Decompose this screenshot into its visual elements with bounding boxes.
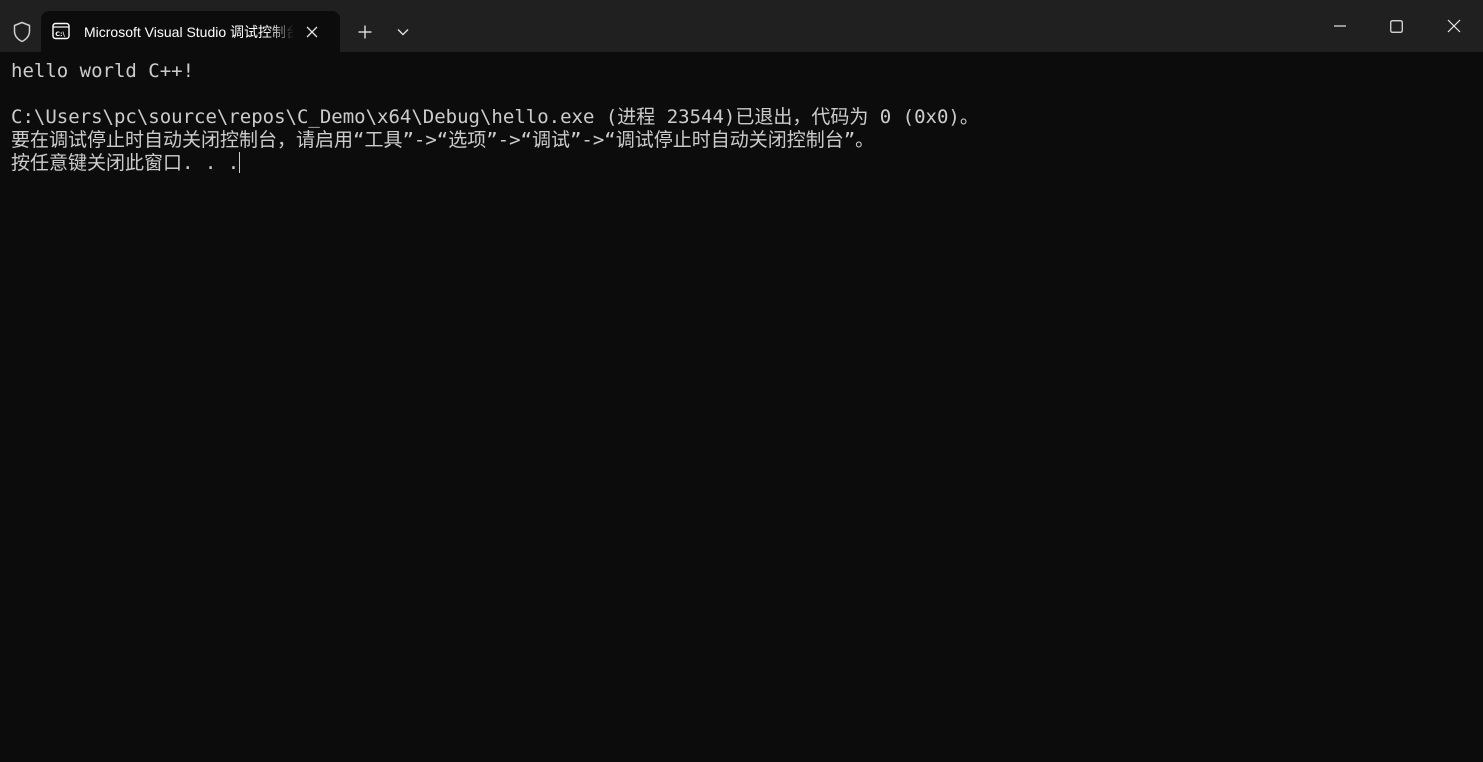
close-window-button[interactable] — [1426, 0, 1482, 52]
close-icon — [1447, 19, 1461, 33]
chevron-down-icon — [397, 29, 409, 36]
console-line: 要在调试停止时自动关闭控制台，请启用“工具”->“选项”->“调试”->“调试停… — [11, 129, 875, 151]
text-cursor — [239, 152, 241, 173]
tab-debug-console[interactable]: C:\ Microsoft Visual Studio 调试控制台 — [41, 11, 340, 52]
plus-icon — [358, 25, 372, 39]
maximize-icon — [1389, 19, 1403, 33]
console-icon: C:\ — [51, 21, 71, 41]
console-line: C:\Users\pc\source\repos\C_Demo\x64\Debu… — [11, 106, 979, 128]
title-bar[interactable]: C:\ Microsoft Visual Studio 调试控制台 — [0, 0, 1483, 52]
console-line-text: 按任意键关闭此窗口. . . — [11, 152, 240, 174]
console-output[interactable]: hello world C++! C:\Users\pc\source\repo… — [0, 52, 1483, 762]
tab-dropdown-button[interactable] — [388, 18, 418, 46]
tab-title: Microsoft Visual Studio 调试控制台 — [84, 24, 294, 40]
shield-icon[interactable] — [10, 20, 34, 44]
close-icon[interactable] — [301, 21, 323, 43]
console-line-prompt: 按任意键关闭此窗口. . . — [11, 152, 241, 175]
minimize-icon — [1334, 25, 1346, 27]
maximize-button[interactable] — [1368, 0, 1424, 52]
console-line: hello world C++! — [11, 60, 195, 82]
svg-text:C:\: C:\ — [55, 30, 65, 38]
new-tab-button[interactable] — [348, 18, 382, 46]
minimize-button[interactable] — [1312, 0, 1368, 52]
